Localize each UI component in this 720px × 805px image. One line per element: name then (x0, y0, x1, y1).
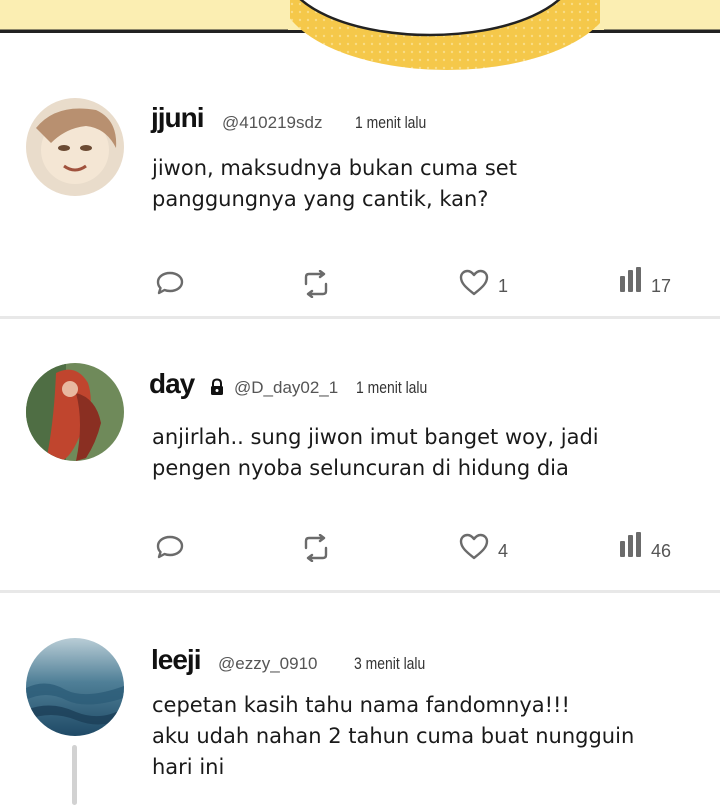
view-count: 46 (651, 541, 672, 561)
view-count: 17 (651, 276, 672, 296)
avatar[interactable] (26, 638, 124, 736)
like-count: 1 (498, 276, 509, 296)
post-text: anjirlah.. sung jiwon imut banget woy, j… (152, 425, 599, 480)
repost-icon[interactable] (300, 534, 332, 562)
heart-icon[interactable] (458, 532, 490, 560)
author-name[interactable]: day (149, 368, 195, 400)
reply-icon[interactable] (155, 534, 185, 560)
author-name[interactable]: jjuni (151, 102, 205, 134)
author-name[interactable]: leeji (151, 644, 201, 676)
lock-icon (209, 378, 225, 396)
avatar[interactable] (26, 98, 124, 196)
author-handle[interactable]: @ezzy_0910 (218, 654, 318, 674)
views-icon[interactable] (618, 531, 644, 559)
author-handle[interactable]: @410219sdz (222, 113, 322, 133)
post-text: jiwon, maksudnya bukan cuma set panggung… (152, 156, 517, 211)
heart-icon[interactable] (458, 268, 490, 296)
avatar[interactable] (26, 363, 124, 461)
post-text: cepetan kasih tahu nama fandomnya!!! aku… (152, 693, 635, 779)
comic-speech-bubble (0, 0, 720, 80)
post-time: 1 menit lalu (356, 378, 428, 397)
post-time: 1 menit lalu (355, 113, 427, 132)
post-card: jjuni @410219sdz 1 menit lalu jiwon, mak… (0, 80, 720, 316)
thread-line (72, 745, 77, 805)
post-time: 3 menit lalu (354, 654, 426, 673)
post-card: day @D_day02_1 1 menit lalu anjirlah.. s… (0, 319, 720, 590)
views-icon[interactable] (618, 266, 644, 294)
like-count: 4 (498, 541, 509, 561)
post-card: leeji @ezzy_0910 3 menit lalu cepetan ka… (0, 593, 720, 803)
author-handle[interactable]: @D_day02_1 (234, 378, 338, 398)
repost-icon[interactable] (300, 270, 332, 298)
reply-icon[interactable] (155, 270, 185, 296)
